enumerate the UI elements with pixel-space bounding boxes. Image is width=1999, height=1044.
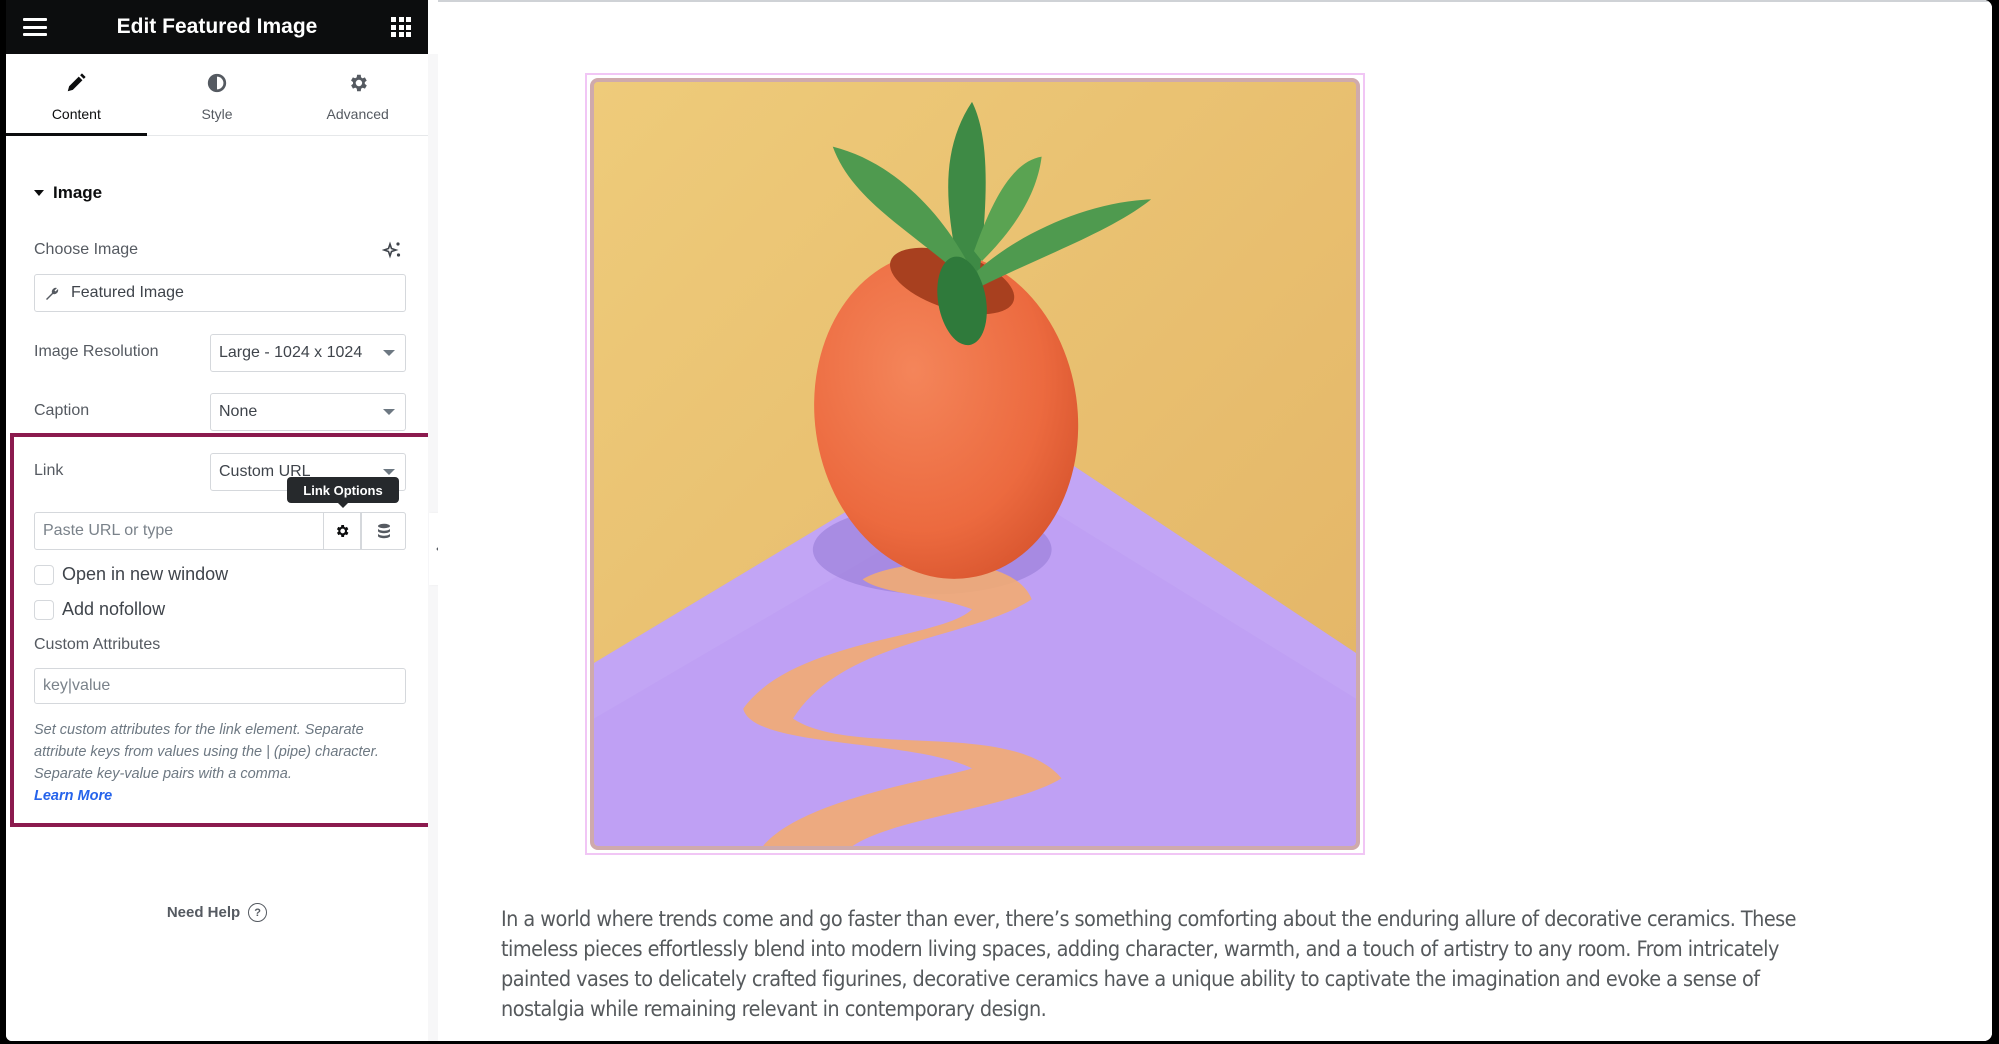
tab-label: Advanced	[326, 106, 389, 122]
tab-label: Style	[201, 106, 233, 122]
custom-attributes-placeholder: key|value	[43, 677, 111, 694]
panel-tabs: Content Style Advanced	[6, 54, 428, 136]
image-resolution-value: Large - 1024 x 1024	[219, 344, 363, 361]
open-new-window-checkbox[interactable]	[34, 565, 54, 585]
database-icon	[377, 523, 390, 539]
wrench-icon	[46, 287, 59, 300]
tab-style[interactable]: Style	[147, 54, 288, 135]
section-toggle-image[interactable]: Image	[34, 183, 102, 203]
caption-label: Caption	[34, 402, 90, 419]
page-preview: In a world where trends come and go fast…	[438, 0, 1992, 1041]
tab-content[interactable]: Content	[6, 54, 147, 136]
editor-panel: Edit Featured Image Content Style Advanc…	[6, 0, 460, 1041]
question-icon: ?	[248, 903, 268, 922]
open-new-window-label[interactable]: Open in new window	[62, 564, 228, 585]
need-help-link[interactable]: Need Help ?	[6, 903, 428, 922]
plant-pot-photo	[594, 82, 1356, 846]
link-options-button[interactable]	[323, 512, 361, 550]
tab-advanced[interactable]: Advanced	[287, 54, 428, 135]
chevron-down-icon	[383, 409, 395, 415]
image-resolution-label: Image Resolution	[34, 343, 159, 360]
caption-select[interactable]: None	[210, 393, 406, 431]
caret-down-icon	[34, 190, 44, 196]
pencil-icon	[68, 73, 86, 92]
section-title: Image	[53, 183, 103, 202]
panel-header: Edit Featured Image	[6, 0, 428, 54]
caption-value: None	[219, 403, 258, 420]
editor-window: Edit Featured Image Content Style Advanc…	[6, 0, 1992, 1041]
learn-more-link[interactable]: Learn More	[34, 785, 414, 807]
grid-icon[interactable]	[391, 17, 411, 37]
gear-icon	[336, 525, 349, 537]
link-options-tooltip: Link Options	[287, 477, 399, 508]
featured-image-field[interactable]: Featured Image	[34, 274, 406, 312]
help-text: Set custom attributes for the link eleme…	[34, 722, 379, 782]
custom-attributes-help: Set custom attributes for the link eleme…	[34, 719, 414, 807]
link-label: Link	[34, 462, 64, 479]
choose-image-label: Choose Image	[34, 241, 139, 258]
tab-label: Content	[51, 106, 101, 122]
custom-attributes-input[interactable]: key|value	[34, 668, 406, 704]
nofollow-label[interactable]: Add nofollow	[62, 599, 165, 620]
nofollow-checkbox[interactable]	[34, 600, 54, 620]
panel-title: Edit Featured Image	[116, 15, 318, 38]
featured-image-widget[interactable]	[585, 73, 1365, 855]
contrast-icon	[207, 73, 227, 93]
chevron-down-icon	[383, 350, 395, 356]
featured-image	[590, 78, 1360, 850]
chevron-down-icon	[383, 469, 395, 475]
body-paragraph: In a world where trends come and go fast…	[501, 907, 1797, 1021]
custom-attributes-label: Custom Attributes	[34, 636, 161, 653]
image-resolution-select[interactable]: Large - 1024 x 1024	[210, 334, 406, 372]
need-help-label: Need Help	[166, 904, 241, 921]
gear-icon	[350, 74, 367, 92]
featured-image-value: Featured Image	[71, 284, 184, 301]
dynamic-tags-button[interactable]	[361, 512, 406, 550]
sparkle-icon[interactable]	[382, 240, 402, 260]
hamburger-icon[interactable]	[23, 18, 47, 36]
